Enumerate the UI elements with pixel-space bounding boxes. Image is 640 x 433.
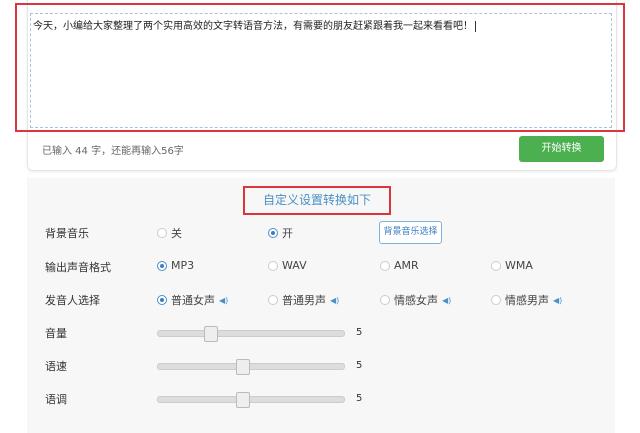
speed-label: 语速 [45, 360, 67, 373]
option-label: 开 [282, 227, 293, 240]
voice-normal-female[interactable]: 普通女声 ◀) [157, 292, 228, 308]
format-amr[interactable]: AMR [380, 259, 419, 272]
radio-icon[interactable] [268, 295, 278, 305]
radio-icon[interactable] [268, 260, 278, 271]
bg-music-off[interactable]: 关 [157, 225, 182, 241]
speed-slider[interactable] [157, 359, 345, 375]
bg-music-label: 背景音乐 [45, 227, 89, 240]
volume-value: 5 [356, 327, 363, 338]
speaker-icon[interactable]: ◀) [330, 296, 339, 305]
speed-value: 5 [356, 360, 363, 371]
voice-label: 发音人选择 [45, 294, 100, 307]
speaker-icon[interactable]: ◀) [553, 296, 562, 305]
radio-icon[interactable] [380, 260, 390, 271]
bg-music-on[interactable]: 开 [268, 225, 293, 241]
option-label: 关 [171, 227, 182, 240]
voice-emotional-female[interactable]: 情感女声 ◀) [380, 292, 451, 308]
radio-icon[interactable] [380, 295, 390, 305]
radio-icon[interactable] [157, 260, 167, 271]
bg-music-choose-button[interactable]: 背景音乐选择 [379, 221, 442, 244]
format-wav[interactable]: WAV [268, 259, 307, 272]
radio-icon[interactable] [268, 228, 278, 238]
slider-thumb[interactable] [204, 326, 219, 342]
option-label: 普通男声 [282, 294, 326, 307]
option-label: MP3 [171, 259, 195, 272]
pitch-value: 5 [356, 393, 363, 404]
format-mp3[interactable]: MP3 [157, 259, 194, 272]
highlight-box-title [243, 186, 391, 215]
radio-icon[interactable] [157, 228, 167, 238]
option-label: 情感男声 [505, 294, 549, 307]
speaker-icon[interactable]: ◀) [219, 296, 228, 305]
radio-icon[interactable] [491, 295, 501, 305]
option-label: 情感女声 [394, 294, 438, 307]
option-label: WMA [505, 259, 533, 272]
format-label: 输出声音格式 [45, 261, 111, 274]
highlight-box-input [15, 3, 625, 132]
voice-emotional-male[interactable]: 情感男声 ◀) [491, 292, 562, 308]
option-label: 普通女声 [171, 294, 215, 307]
pitch-label: 语调 [45, 393, 67, 406]
radio-icon[interactable] [491, 260, 501, 271]
voice-normal-male[interactable]: 普通男声 ◀) [268, 292, 339, 308]
option-label: WAV [282, 259, 307, 272]
volume-label: 音量 [45, 327, 67, 340]
pitch-slider[interactable] [157, 392, 345, 408]
slider-thumb[interactable] [235, 392, 250, 408]
slider-thumb[interactable] [235, 359, 250, 375]
format-wma[interactable]: WMA [491, 259, 533, 272]
start-convert-button[interactable]: 开始转换 [519, 136, 604, 162]
option-label: AMR [394, 259, 419, 272]
speaker-icon[interactable]: ◀) [442, 296, 451, 305]
volume-slider[interactable] [157, 326, 345, 342]
radio-icon[interactable] [157, 295, 167, 305]
char-count: 已输入 44 字，还能再输入56字 [42, 146, 184, 157]
